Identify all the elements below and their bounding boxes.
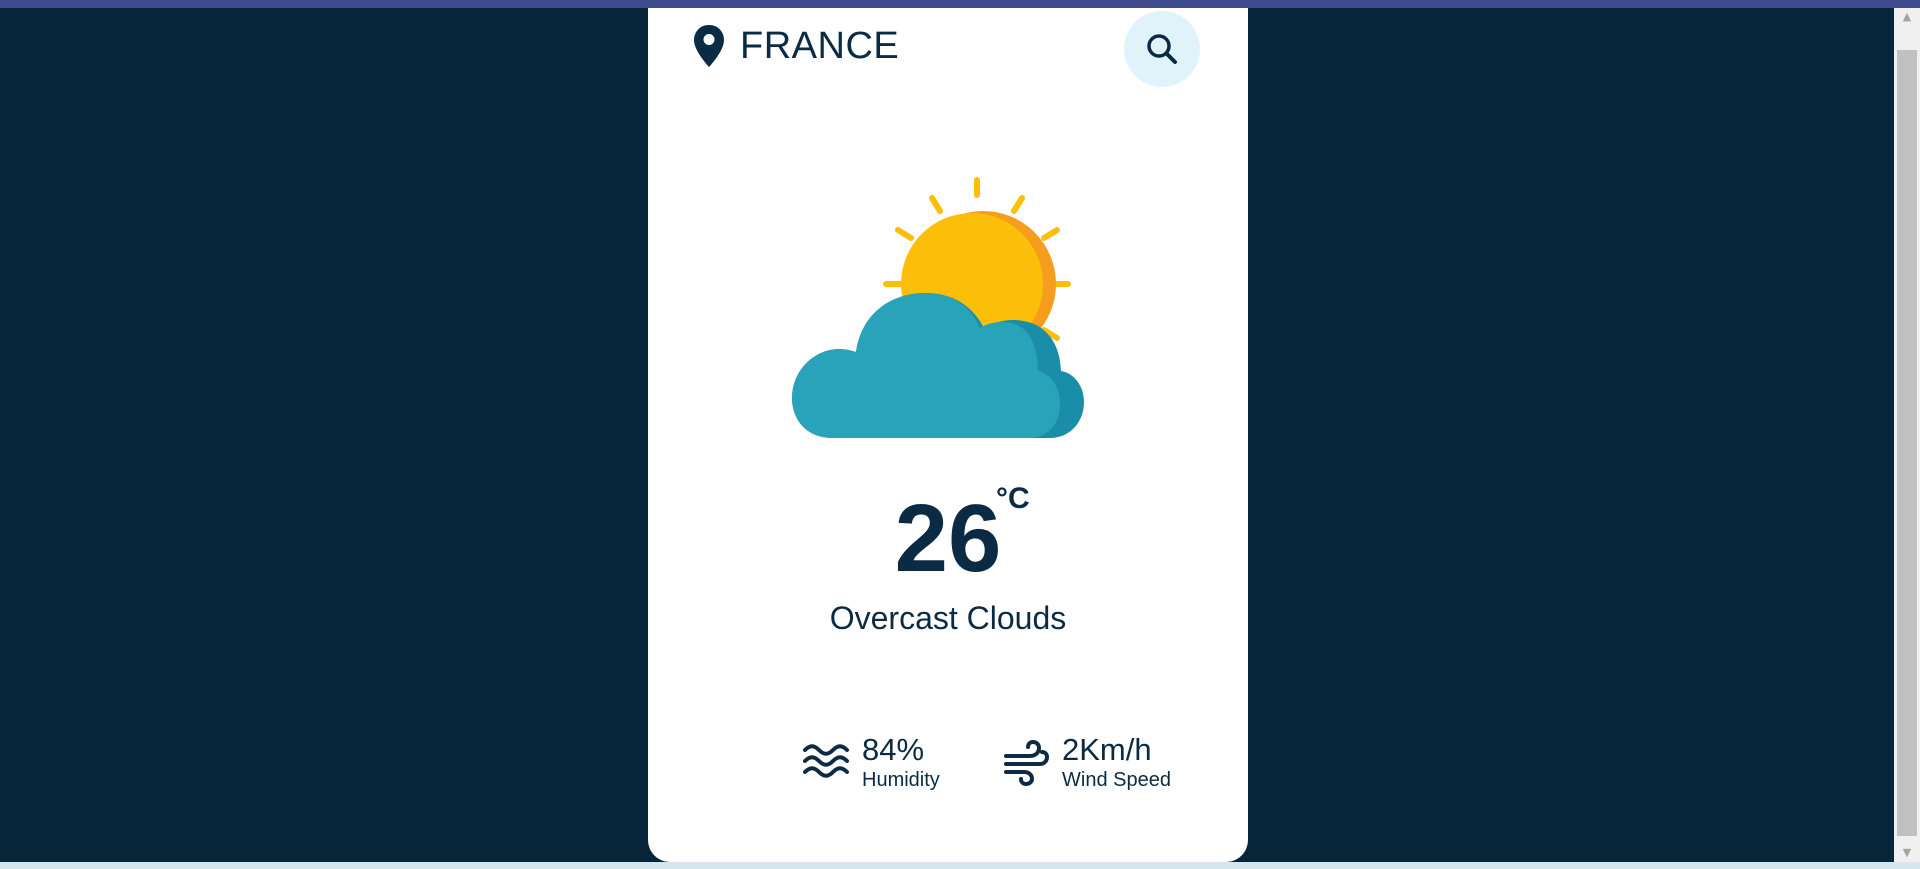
scroll-down-arrow-icon[interactable]: ▼	[1894, 844, 1920, 862]
wind-stat: 2Km/h Wind Speed	[1002, 732, 1171, 792]
humidity-waves-icon	[803, 744, 849, 778]
weather-description: Overcast Clouds	[829, 600, 1067, 636]
humidity-stat: 84% Humidity	[802, 732, 940, 792]
map-pin-icon	[694, 25, 724, 67]
location-name: FRANCE	[740, 25, 900, 67]
weather-card: FRANCE 26 Overcast Clouds 84% Humidity 2…	[648, 8, 1248, 862]
vertical-scrollbar[interactable]: ▲ ▼	[1894, 8, 1920, 862]
wind-speed-label: Wind Speed	[1062, 769, 1171, 791]
temperature-block: 26	[648, 491, 1248, 587]
temperature-unit: °C	[996, 482, 1030, 515]
search-button[interactable]	[1124, 11, 1200, 87]
scrollbar-thumb[interactable]	[1897, 50, 1917, 836]
temperature-value: 26	[894, 485, 1002, 592]
wind-icon	[1004, 739, 1050, 786]
partly-cloudy-icon	[792, 177, 1084, 438]
humidity-label: Humidity	[862, 769, 940, 791]
wind-speed-value: 2Km/h	[1062, 732, 1152, 767]
browser-bottom-strip	[0, 862, 1920, 869]
search-icon	[1147, 34, 1177, 64]
browser-top-strip	[0, 0, 1920, 8]
scroll-up-arrow-icon[interactable]: ▲	[1894, 8, 1920, 26]
location-display: FRANCE	[692, 23, 899, 69]
humidity-value: 84%	[862, 732, 925, 767]
